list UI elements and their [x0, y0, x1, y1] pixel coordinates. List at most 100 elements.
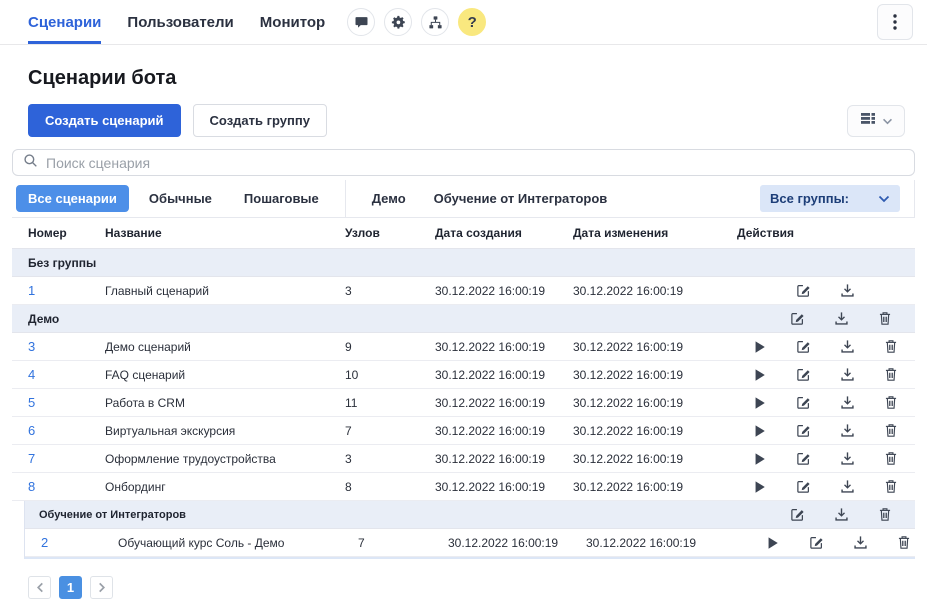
row-actions: [721, 475, 921, 499]
help-icon[interactable]: ?: [458, 8, 486, 36]
download-icon[interactable]: [838, 531, 882, 555]
scenario-number-link[interactable]: 6: [28, 423, 35, 438]
delete-icon[interactable]: [869, 391, 913, 415]
edit-icon[interactable]: [794, 531, 838, 555]
more-menu-button[interactable]: [877, 4, 913, 40]
download-icon[interactable]: [825, 447, 869, 471]
filter-tab-all-scenarios[interactable]: Все сценарии: [16, 185, 129, 212]
play-icon[interactable]: [737, 391, 781, 415]
scenario-number-link[interactable]: 1: [28, 283, 35, 298]
filter-tab-regular[interactable]: Обычные: [137, 185, 224, 212]
row-actions: [734, 531, 927, 555]
download-icon[interactable]: [819, 503, 863, 527]
table-row: 6Виртуальная экскурсия730.12.2022 16:00:…: [12, 417, 915, 445]
delete-icon[interactable]: [869, 447, 913, 471]
top-navigation: Сценарии Пользователи Монитор ?: [0, 0, 927, 45]
scenario-name: Оформление трудоустройства: [89, 452, 329, 466]
scenario-nodes-count: 3: [329, 452, 419, 466]
scenario-name: Обучающий курс Соль - Демо: [102, 536, 342, 550]
delete-icon[interactable]: [882, 531, 926, 555]
delete-icon[interactable]: [863, 503, 907, 527]
nested-group-block: Обучение от Интеграторов2Обучающий курс …: [24, 501, 915, 559]
download-icon[interactable]: [825, 475, 869, 499]
group-link-integrators-training[interactable]: Обучение от Интеграторов: [434, 191, 608, 206]
download-icon[interactable]: [825, 391, 869, 415]
scenario-nodes-count: 7: [342, 536, 432, 550]
edit-icon[interactable]: [781, 335, 825, 359]
nav-tab-users[interactable]: Пользователи: [127, 0, 233, 44]
filter-row-divider: [914, 180, 915, 217]
edit-icon[interactable]: [781, 363, 825, 387]
scenario-nodes-count: 7: [329, 424, 419, 438]
create-group-button[interactable]: Создать группу: [193, 104, 327, 137]
list-view-icon: [860, 111, 876, 131]
chevron-down-icon: [882, 112, 893, 130]
edit-icon[interactable]: [781, 475, 825, 499]
prev-page-button[interactable]: [28, 576, 51, 599]
create-scenario-button[interactable]: Создать сценарий: [28, 104, 181, 137]
scenario-name: Онбординг: [89, 480, 329, 494]
view-mode-dropdown-button[interactable]: [847, 105, 905, 137]
play-icon[interactable]: [737, 419, 781, 443]
nav-tab-scenarios[interactable]: Сценарии: [28, 0, 101, 44]
group-header-row: Без группы: [12, 249, 915, 277]
edit-icon[interactable]: [775, 503, 819, 527]
edit-icon[interactable]: [781, 447, 825, 471]
sitemap-icon[interactable]: [421, 8, 449, 36]
row-actions: [721, 391, 921, 415]
chat-icon[interactable]: [347, 8, 375, 36]
scenario-number-link[interactable]: 2: [41, 535, 48, 550]
play-icon[interactable]: [737, 363, 781, 387]
action-slot-empty: [737, 279, 781, 303]
scenario-number-link[interactable]: 5: [28, 395, 35, 410]
column-header-modified: Дата изменения: [557, 226, 721, 240]
delete-icon[interactable]: [863, 307, 907, 331]
group-link-demo[interactable]: Демо: [372, 191, 406, 206]
page-number-button[interactable]: 1: [59, 576, 82, 599]
delete-icon[interactable]: [869, 419, 913, 443]
chevron-right-icon: [98, 582, 106, 593]
group-filter-select[interactable]: Все группы:: [760, 185, 900, 212]
edit-icon[interactable]: [781, 391, 825, 415]
row-actions: [721, 335, 921, 359]
delete-icon[interactable]: [869, 475, 913, 499]
play-icon[interactable]: [737, 475, 781, 499]
play-icon[interactable]: [737, 335, 781, 359]
action-slot-empty: [731, 503, 775, 527]
play-icon[interactable]: [737, 447, 781, 471]
nav-icon-buttons: ?: [347, 8, 486, 36]
delete-icon[interactable]: [869, 363, 913, 387]
edit-icon[interactable]: [775, 307, 819, 331]
column-header-number: Номер: [12, 226, 89, 240]
scenario-modified-date: 30.12.2022 16:00:19: [557, 284, 721, 298]
scenario-number-link[interactable]: 7: [28, 451, 35, 466]
download-icon[interactable]: [825, 335, 869, 359]
row-actions: [721, 419, 921, 443]
nav-tab-monitor[interactable]: Монитор: [260, 0, 325, 44]
scenario-number-link[interactable]: 4: [28, 367, 35, 382]
download-icon[interactable]: [825, 363, 869, 387]
help-glyph: ?: [468, 14, 477, 31]
scenario-number-link[interactable]: 3: [28, 339, 35, 354]
edit-icon[interactable]: [781, 419, 825, 443]
scenario-created-date: 30.12.2022 16:00:19: [432, 536, 570, 550]
search-input[interactable]: [46, 155, 904, 171]
scenario-number-link[interactable]: 8: [28, 479, 35, 494]
action-slot-empty: [863, 251, 907, 275]
scenario-created-date: 30.12.2022 16:00:19: [419, 340, 557, 354]
download-icon[interactable]: [825, 279, 869, 303]
table-row: 7 Оформление трудоустройства330.12.2022 1…: [12, 445, 915, 473]
delete-icon[interactable]: [869, 335, 913, 359]
download-icon[interactable]: [825, 419, 869, 443]
next-page-button[interactable]: [90, 576, 113, 599]
edit-icon[interactable]: [781, 279, 825, 303]
table-row: 3Демо сценарий930.12.2022 16:00:1930.12.…: [12, 333, 915, 361]
download-icon[interactable]: [819, 307, 863, 331]
scenario-created-date: 30.12.2022 16:00:19: [419, 284, 557, 298]
scenario-created-date: 30.12.2022 16:00:19: [419, 368, 557, 382]
play-icon[interactable]: [750, 531, 794, 555]
gear-icon[interactable]: [384, 8, 412, 36]
scenario-created-date: 30.12.2022 16:00:19: [419, 452, 557, 466]
table-row: 1Главный сценарий330.12.2022 16:00:1930.…: [12, 277, 915, 305]
filter-tab-step-by-step[interactable]: Пошаговые: [232, 185, 331, 212]
